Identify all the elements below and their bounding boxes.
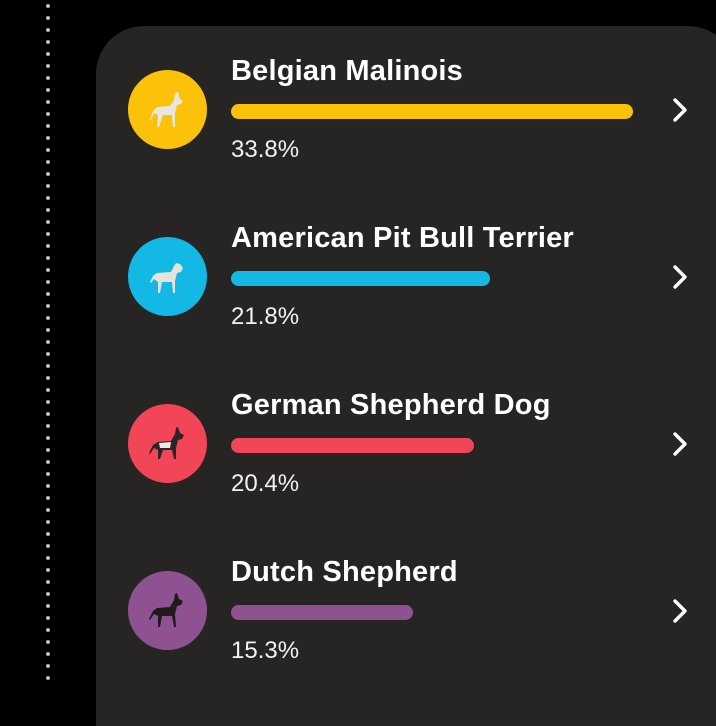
dog-icon (149, 262, 183, 293)
breed-name: American Pit Bull Terrier (231, 222, 574, 254)
breed-row-belgian-malinois[interactable]: Belgian Malinois 33.8% (96, 55, 716, 182)
dog-icon (149, 91, 183, 127)
breed-name: Dutch Shepherd (231, 556, 458, 588)
percent-bar (231, 438, 474, 453)
breed-percent: 20.4% (231, 470, 300, 497)
percent-bar-track (231, 605, 633, 620)
percent-bar (231, 104, 633, 119)
breed-name: Belgian Malinois (231, 55, 464, 87)
chevron-right-icon[interactable] (668, 263, 692, 291)
chevron-right-icon[interactable] (668, 430, 692, 458)
percent-bar-track (231, 438, 633, 453)
breed-avatar (128, 70, 207, 149)
percent-bar-track (231, 104, 633, 119)
breed-avatar (128, 571, 207, 650)
dog-icon (148, 592, 183, 627)
breed-row-dutch-shepherd[interactable]: Dutch Shepherd 15.3% (96, 556, 716, 683)
breed-percent: 21.8% (231, 303, 300, 330)
chevron-right-icon[interactable] (668, 597, 692, 625)
breed-percent: 15.3% (231, 637, 300, 664)
breed-percent: 33.8% (231, 136, 300, 163)
percent-bar (231, 271, 490, 286)
breed-row-german-shepherd-dog[interactable]: German Shepherd Dog 20.4% (96, 389, 716, 516)
chevron-right-icon[interactable] (668, 96, 692, 124)
dog-icon (148, 426, 184, 459)
percent-bar (231, 605, 413, 620)
breed-breakdown-card: Belgian Malinois 33.8% American Pit Bull… (96, 26, 716, 726)
breed-avatar (128, 404, 207, 483)
breed-row-american-pit-bull-terrier[interactable]: American Pit Bull Terrier 21.8% (96, 222, 716, 349)
dotted-divider (45, 0, 51, 681)
percent-bar-track (231, 271, 633, 286)
breed-avatar (128, 237, 207, 316)
breed-name: German Shepherd Dog (231, 389, 551, 421)
